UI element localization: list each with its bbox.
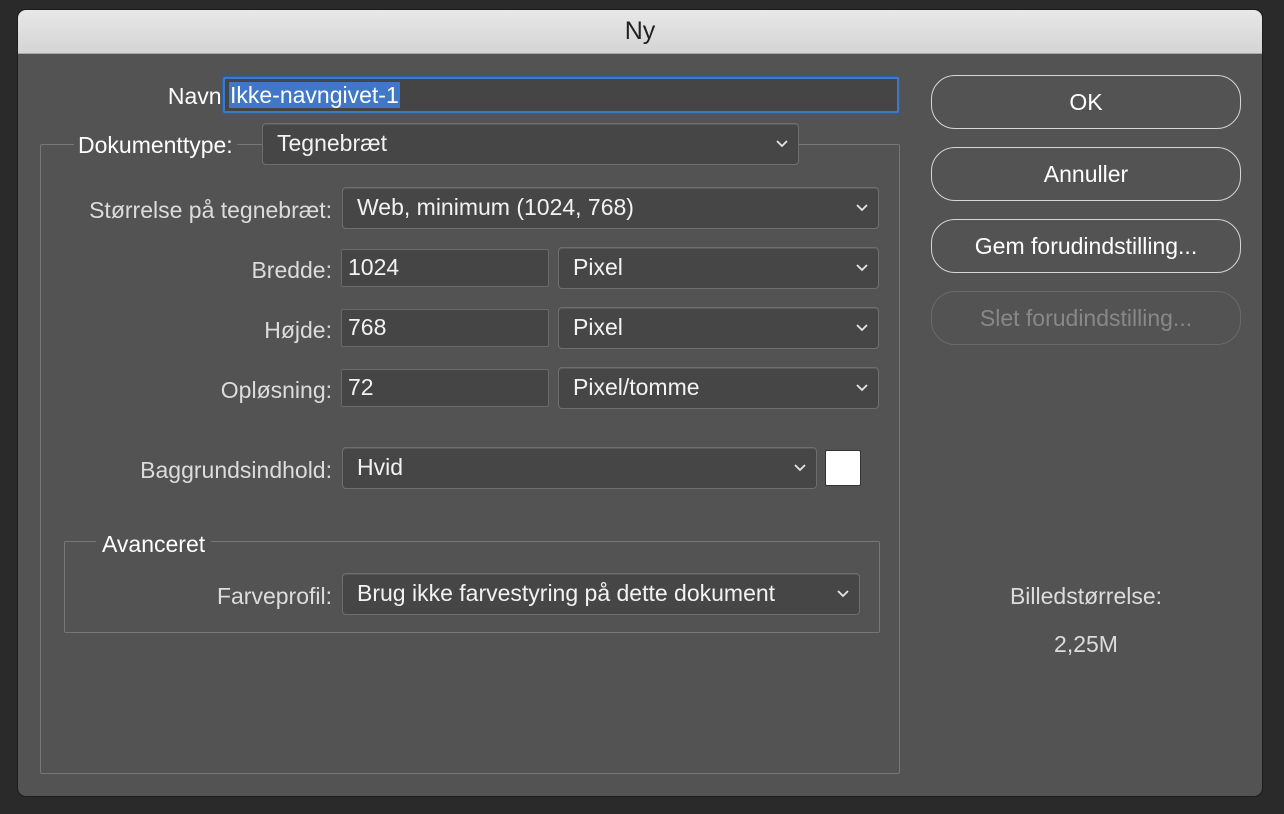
chevron-down-icon: [856, 384, 868, 392]
width-unit-select[interactable]: Pixel: [558, 247, 879, 289]
width-unit-value: Pixel: [573, 254, 623, 280]
document-type-value: Tegnebræt: [277, 130, 387, 156]
background-color-swatch[interactable]: [825, 450, 861, 486]
chevron-down-icon: [776, 140, 788, 148]
height-unit-select[interactable]: Pixel: [558, 307, 879, 349]
artboard-size-select[interactable]: Web, minimum (1024, 768): [342, 187, 879, 229]
height-value: 768: [348, 314, 387, 340]
name-value: Ikke-navngivet-1: [229, 82, 400, 108]
save-preset-button-label: Gem forudindstilling...: [974, 232, 1198, 259]
dialog-titlebar[interactable]: Ny: [18, 10, 1262, 54]
resolution-label: Opløsning:: [220, 377, 332, 403]
new-document-dialog: Ny Navn: Ikke-navngivet-1 Dokumenttype: …: [18, 10, 1262, 796]
width-value: 1024: [348, 254, 400, 280]
resolution-unit-value: Pixel/tomme: [573, 374, 700, 400]
delete-preset-button[interactable]: Slet forudindstilling...: [931, 291, 1241, 345]
height-label: Højde:: [264, 317, 332, 343]
image-size-value: 2,25M: [1054, 631, 1118, 657]
height-unit-value: Pixel: [573, 314, 623, 340]
delete-preset-button-label: Slet forudindstilling...: [979, 304, 1193, 331]
name-field[interactable]: Ikke-navngivet-1: [223, 77, 899, 113]
chevron-down-icon: [856, 324, 868, 332]
chevron-down-icon: [856, 264, 868, 272]
document-type-select[interactable]: Tegnebræt: [262, 123, 799, 165]
color-profile-value: Brug ikke farvestyring på dette dokument: [357, 580, 776, 606]
artboard-size-value: Web, minimum (1024, 768): [357, 194, 634, 220]
ok-button-label: OK: [1069, 88, 1103, 115]
save-preset-button[interactable]: Gem forudindstilling...: [931, 219, 1241, 273]
background-label: Baggrundsindhold:: [140, 457, 332, 483]
resolution-field[interactable]: 72: [341, 369, 549, 407]
height-field[interactable]: 768: [341, 309, 549, 347]
image-size-label: Billedstørrelse:: [1009, 583, 1163, 609]
cancel-button-label: Annuller: [1043, 160, 1129, 187]
background-select[interactable]: Hvid: [342, 447, 817, 489]
cancel-button[interactable]: Annuller: [931, 147, 1241, 201]
dialog-title: Ny: [624, 17, 656, 45]
advanced-title: Avanceret: [96, 531, 212, 558]
color-profile-label: Farveprofil:: [216, 583, 332, 609]
chevron-down-icon: [837, 590, 849, 598]
artboard-size-label: Størrelse på tegnebræt:: [89, 197, 332, 223]
color-profile-select[interactable]: Brug ikke farvestyring på dette dokument: [342, 573, 860, 615]
document-type-label: Dokumenttype:: [74, 132, 237, 159]
name-label: Navn:: [167, 83, 228, 109]
resolution-value: 72: [348, 374, 374, 400]
ok-button[interactable]: OK: [931, 75, 1241, 129]
background-value: Hvid: [357, 454, 404, 480]
chevron-down-icon: [856, 204, 868, 212]
chevron-down-icon: [794, 464, 806, 472]
width-field[interactable]: 1024: [341, 249, 549, 287]
width-label: Bredde:: [251, 257, 332, 283]
resolution-unit-select[interactable]: Pixel/tomme: [558, 367, 879, 409]
